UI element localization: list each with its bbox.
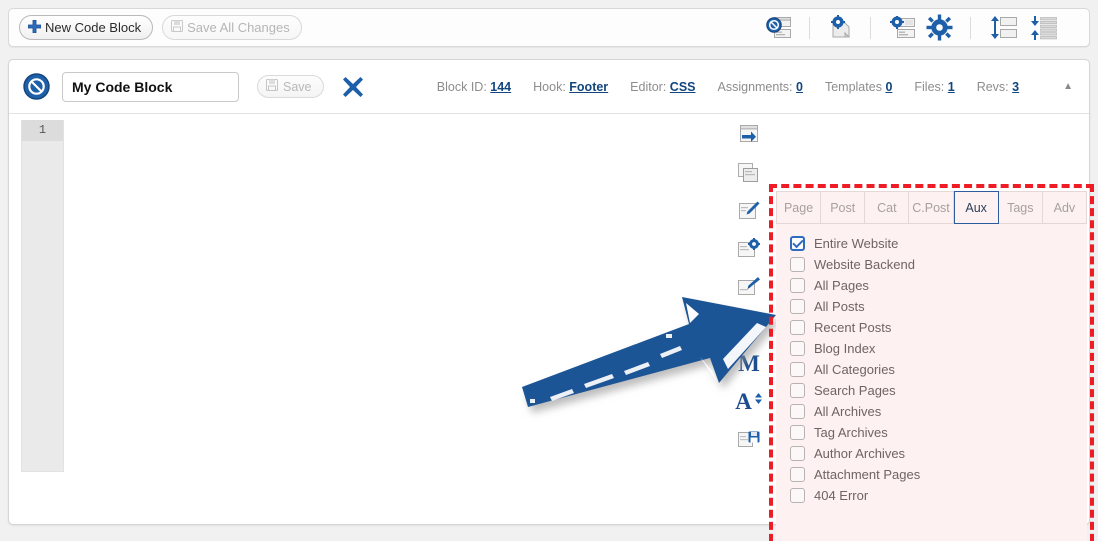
app-root: New Code Block Save All Changes My Code … bbox=[0, 0, 1098, 541]
meta-hook-value[interactable]: Footer bbox=[569, 80, 608, 94]
checkbox-icon[interactable] bbox=[790, 488, 805, 503]
checkbox-icon[interactable] bbox=[790, 278, 805, 293]
meta-files: Files: 1 bbox=[914, 79, 955, 94]
meta-hook: Hook: Footer bbox=[533, 79, 609, 94]
meta-block-id: Block ID: 144 bbox=[436, 79, 512, 94]
save-block-icon[interactable] bbox=[737, 424, 761, 454]
assignments-panel-inner: Page Post Cat C.Post Aux Tags Adv Entire… bbox=[776, 191, 1087, 541]
new-code-block-label: New Code Block bbox=[45, 20, 142, 35]
toolbar-group-settings bbox=[871, 14, 970, 41]
save-block-label: Save bbox=[283, 79, 312, 94]
save-all-changes-button[interactable]: Save All Changes bbox=[162, 15, 302, 40]
block-settings-icon[interactable] bbox=[737, 234, 761, 264]
option-entire-website[interactable]: Entire Website bbox=[790, 233, 1087, 254]
option-all-pages[interactable]: All Pages bbox=[790, 275, 1087, 296]
code-block-preview-icon[interactable] bbox=[766, 16, 792, 40]
meta-assignments-value[interactable]: 0 bbox=[796, 80, 803, 94]
duplicate-block-icon[interactable] bbox=[737, 158, 761, 188]
option-attachment-pages[interactable]: Attachment Pages bbox=[790, 464, 1087, 485]
save-block-button[interactable]: Save bbox=[257, 75, 324, 98]
option-all-archives[interactable]: All Archives bbox=[790, 401, 1087, 422]
gutter-line-number: 1 bbox=[22, 120, 63, 141]
cj-toolbox-logo-icon[interactable] bbox=[23, 73, 50, 100]
code-editor[interactable] bbox=[64, 120, 724, 472]
checkbox-icon[interactable] bbox=[790, 236, 805, 251]
meta-revs: Revs: 3 bbox=[976, 79, 1020, 94]
meta-editor: Editor: CSS bbox=[630, 79, 696, 94]
option-website-backend[interactable]: Website Backend bbox=[790, 254, 1087, 275]
tab-aux[interactable]: Aux bbox=[953, 191, 999, 224]
floppy-icon bbox=[171, 20, 184, 35]
floppy-icon bbox=[266, 79, 278, 94]
checkbox-icon[interactable] bbox=[790, 341, 805, 356]
checkbox-icon[interactable] bbox=[790, 467, 805, 482]
option-recent-posts[interactable]: Recent Posts bbox=[790, 317, 1087, 338]
editor-tool-rail: B M A bbox=[732, 120, 766, 454]
toolbar-group-layout bbox=[971, 15, 1075, 41]
block-title-input[interactable] bbox=[62, 71, 239, 102]
checkbox-icon[interactable] bbox=[790, 320, 805, 335]
checkbox-icon[interactable] bbox=[790, 299, 805, 314]
edit-block-icon[interactable] bbox=[737, 196, 761, 226]
toolbar-group-templates bbox=[810, 14, 870, 41]
meta-block-id-value[interactable]: 144 bbox=[490, 80, 511, 94]
checkbox-icon[interactable] bbox=[790, 362, 805, 377]
meta-revs-value[interactable]: 3 bbox=[1012, 80, 1019, 94]
meta-files-value[interactable]: 1 bbox=[948, 80, 955, 94]
global-settings-gear-icon[interactable] bbox=[926, 14, 953, 41]
expand-rows-icon[interactable] bbox=[988, 15, 1018, 41]
top-toolbar-left: New Code Block Save All Changes bbox=[9, 15, 302, 40]
plus-icon bbox=[27, 19, 42, 36]
option-blog-index[interactable]: Blog Index bbox=[790, 338, 1087, 359]
assignments-panel: Page Post Cat C.Post Aux Tags Adv Entire… bbox=[769, 184, 1094, 541]
save-all-changes-label: Save All Changes bbox=[187, 20, 290, 35]
option-all-categories[interactable]: All Categories bbox=[790, 359, 1087, 380]
code-block-card: Save Block ID: 144 Hook: Footer Editor: bbox=[8, 59, 1094, 541]
assignment-option-list: Entire Website Website Backend All Pages bbox=[776, 224, 1087, 541]
editor-gutter: 1 bbox=[21, 120, 64, 472]
bold-beautify-icon[interactable]: B bbox=[741, 310, 756, 340]
top-toolbar-right bbox=[749, 9, 1089, 46]
chevron-up-icon[interactable]: ▲ bbox=[1063, 81, 1073, 92]
option-all-posts[interactable]: All Posts bbox=[790, 296, 1087, 317]
toolbar-group-preview bbox=[749, 16, 809, 40]
card-header: Save Block ID: 144 Hook: Footer Editor: bbox=[9, 60, 1089, 114]
checkbox-icon[interactable] bbox=[790, 425, 805, 440]
tab-tags[interactable]: Tags bbox=[998, 191, 1043, 224]
meta-templates: Templates 0 bbox=[824, 79, 893, 94]
new-code-block-button[interactable]: New Code Block bbox=[19, 15, 154, 40]
option-search-pages[interactable]: Search Pages bbox=[790, 380, 1087, 401]
top-toolbar: New Code Block Save All Changes bbox=[8, 8, 1090, 47]
tab-page[interactable]: Page bbox=[776, 191, 822, 224]
tab-post[interactable]: Post bbox=[821, 191, 866, 224]
checkbox-icon[interactable] bbox=[790, 257, 805, 272]
tab-cpost[interactable]: C.Post bbox=[909, 191, 954, 224]
insert-block-icon[interactable] bbox=[737, 120, 761, 150]
option-author-archives[interactable]: Author Archives bbox=[790, 443, 1087, 464]
checkbox-icon[interactable] bbox=[790, 446, 805, 461]
checkbox-icon[interactable] bbox=[790, 404, 805, 419]
templates-stack-icon[interactable] bbox=[827, 14, 853, 41]
meta-templates-value[interactable]: 0 bbox=[885, 80, 892, 94]
option-404-error[interactable]: 404 Error bbox=[790, 485, 1087, 506]
highlight-brush-icon[interactable] bbox=[737, 272, 761, 302]
minify-icon[interactable]: M bbox=[738, 348, 760, 378]
option-tag-archives[interactable]: Tag Archives bbox=[790, 422, 1087, 443]
block-meta: Block ID: 144 Hook: Footer Editor: CSS A… bbox=[437, 80, 1077, 94]
delete-x-icon[interactable] bbox=[341, 75, 365, 99]
checkbox-icon[interactable] bbox=[790, 383, 805, 398]
meta-assignments: Assignments: 0 bbox=[717, 79, 803, 94]
block-settings-icon[interactable] bbox=[888, 14, 916, 40]
card-body: 1 B M A Page Post Cat C.Post Aux Tags Ad… bbox=[9, 114, 1094, 541]
meta-editor-value[interactable]: CSS bbox=[670, 80, 696, 94]
assignment-tabs: Page Post Cat C.Post Aux Tags Adv bbox=[776, 191, 1087, 224]
collapse-rows-icon[interactable] bbox=[1028, 15, 1058, 41]
font-size-icon[interactable]: A bbox=[735, 386, 763, 416]
tab-adv[interactable]: Adv bbox=[1042, 191, 1087, 224]
tab-cat[interactable]: Cat bbox=[865, 191, 910, 224]
